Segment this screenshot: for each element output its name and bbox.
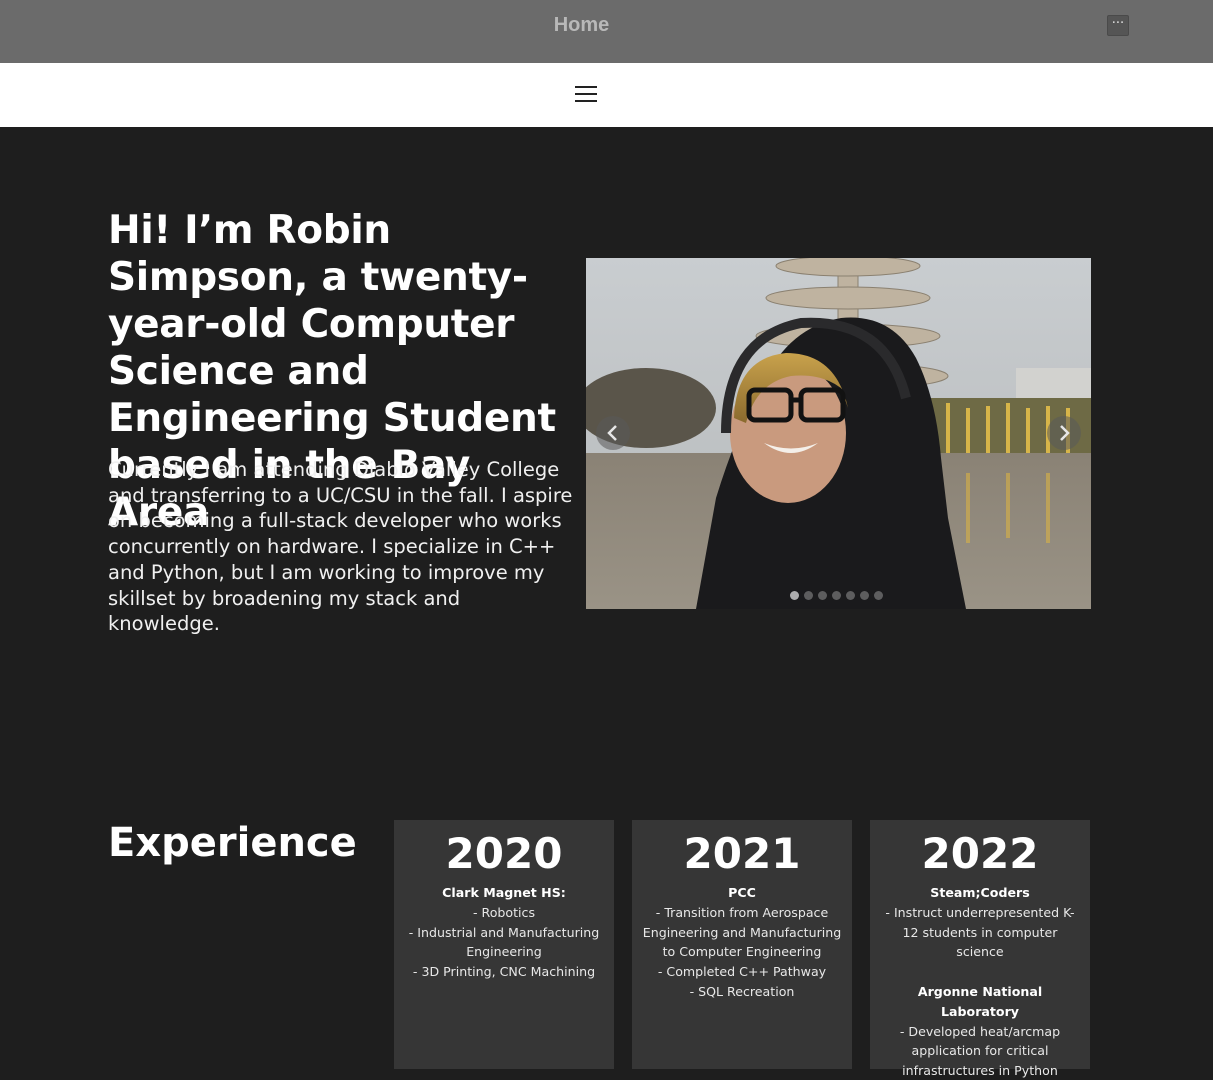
hamburger-line: [575, 93, 597, 95]
nav-bar: [0, 63, 1213, 127]
experience-detail-line: - Developed heat/arcmap application for …: [899, 1023, 1061, 1079]
experience-organization: Steam;Coders: [930, 885, 1030, 900]
carousel-photo: [586, 258, 1091, 609]
hero-intro: Currently I am attending Diablo Valley C…: [108, 458, 573, 636]
carousel-dot[interactable]: [804, 591, 813, 600]
experience-details: PCC - Transition from Aerospace Engineeri…: [632, 883, 852, 1002]
experience-year: 2022: [921, 829, 1039, 878]
carousel-dot[interactable]: [790, 591, 799, 600]
experience-card-2022: 2022 Steam;Coders - Instruct underreprese…: [870, 820, 1090, 1078]
experience-detail-line: - 3D Printing, CNC Machining: [412, 964, 596, 980]
carousel-dot[interactable]: [874, 591, 883, 600]
experience-details: Clark Magnet HS: - Robotics - Industrial a…: [394, 883, 614, 982]
experience-organization: Clark Magnet HS:: [442, 885, 566, 900]
experience-heading: Experience: [108, 820, 357, 866]
carousel-next-button[interactable]: [1047, 416, 1081, 450]
experience-card-2020: 2020 Clark Magnet HS: - Robotics - Industr…: [394, 820, 614, 1069]
hamburger-line: [575, 100, 597, 102]
carousel-indicators: [790, 591, 883, 601]
photo-carousel[interactable]: [586, 258, 1091, 609]
experience-detail-line: - Completed C++ Pathway: [657, 964, 827, 980]
experience-details: Steam;Coders - Instruct underrepresented …: [870, 883, 1090, 1080]
experience-detail-line: - Robotics: [472, 904, 536, 920]
carousel-prev-button[interactable]: [596, 416, 630, 450]
top-bar: Home ···: [0, 0, 1213, 63]
carousel-dot[interactable]: [818, 591, 827, 600]
experience-detail-line: - Transition from Aerospace Engineering …: [642, 904, 842, 960]
experience-card-2021: 2021 PCC - Transition from Aerospace Engi…: [632, 820, 852, 1069]
experience-year: 2020: [445, 829, 563, 878]
experience-detail-line: - SQL Recreation: [689, 983, 795, 999]
more-options-button[interactable]: ···: [1107, 15, 1129, 36]
page-title: Home: [553, 14, 610, 36]
hamburger-line: [575, 86, 597, 88]
experience-detail-line: - Industrial and Manufacturing Engineeri…: [408, 924, 600, 960]
carousel-dot[interactable]: [860, 591, 869, 600]
hamburger-menu-icon[interactable]: [575, 85, 597, 103]
chevron-right-icon: [1060, 425, 1070, 441]
chevron-left-icon: [607, 425, 617, 441]
experience-organization: Argonne National Laboratory: [917, 983, 1043, 1019]
entry-spacer: [880, 962, 1080, 982]
experience-year: 2021: [683, 829, 801, 878]
experience-organization: PCC: [728, 885, 756, 900]
carousel-dot[interactable]: [832, 591, 841, 600]
experience-detail-line: - Instruct underrepresented K-12 student…: [885, 904, 1075, 960]
carousel-dot[interactable]: [846, 591, 855, 600]
